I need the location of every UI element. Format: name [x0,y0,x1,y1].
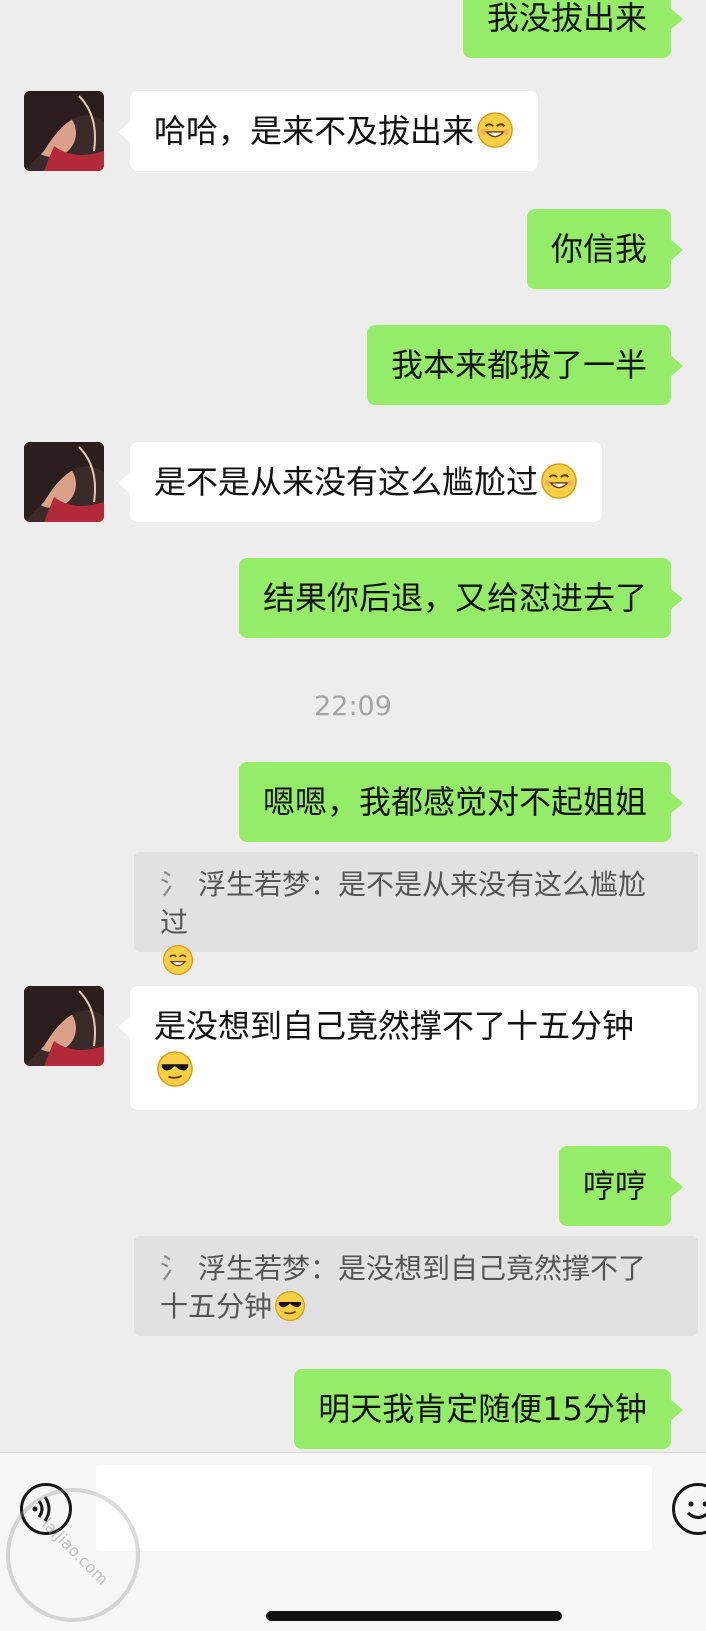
voice-input-icon[interactable] [20,1483,72,1535]
message-bubble-outgoing[interactable]: 结果你后退，又给怼进去了 [238,558,684,638]
message-bubble-outgoing[interactable]: 我没拔出来 [462,0,684,58]
message-text: 结果你后退，又给怼进去了 [262,579,647,617]
grin-emoji-icon [163,945,193,975]
message-text: 明天我肯定随便15分钟 [318,1390,647,1428]
message-text: 是没想到自己竟然撑不了十五分钟 [154,1007,635,1045]
message-bubble-outgoing[interactable]: 我本来都拔了一半 [366,325,684,405]
message-text: 是不是从来没有这么尴尬过 [154,463,539,501]
message-text: 你信我 [550,230,647,268]
avatar[interactable] [24,986,104,1066]
quoted-reply[interactable]: 氵浮生若梦：是没想到自己竟然撑不了十五分钟 [134,1236,698,1336]
message-bubble-incoming[interactable]: 是没想到自己竟然撑不了十五分钟 [118,986,698,1110]
message-bubble-incoming[interactable]: 哈哈，是来不及拔出来 [117,91,539,171]
message-input[interactable] [96,1465,652,1551]
quoted-reply[interactable]: 氵浮生若梦：是不是从来没有这么尴尬过 [134,852,698,975]
message-bubble-outgoing[interactable]: 你信我 [526,209,684,289]
quote-text: 浮生若梦：是没想到自己竟然撑不了十五分钟 [160,1252,647,1323]
message-bubble-outgoing[interactable]: 明天我肯定随便15分钟 [294,1369,683,1449]
grin-emoji-icon [541,463,577,499]
quote-mark: 氵 [160,868,189,901]
chat-input-bar [0,1452,706,1631]
grin-emoji-icon [477,112,513,148]
avatar[interactable] [24,91,104,171]
message-timestamp: 22:09 [314,691,392,722]
message-bubble-incoming[interactable]: 是不是从来没有这么尴尬过 [117,442,603,522]
message-text: 我本来都拔了一半 [390,346,647,384]
emoji-picker-icon[interactable] [672,1483,706,1535]
message-bubble-outgoing[interactable]: 嗯嗯，我都感觉对不起姐姐 [238,762,684,842]
avatar[interactable] [24,442,104,522]
message-text: 我没拔出来 [486,0,647,37]
sunglasses-emoji-icon [275,1291,306,1321]
message-text: 哼哼 [582,1167,647,1205]
message-bubble-outgoing[interactable]: 哼哼 [558,1146,684,1226]
sunglasses-emoji-icon [157,1051,193,1087]
quote-mark: 氵 [160,1252,189,1285]
message-text: 嗯嗯，我都感觉对不起姐姐 [262,783,647,821]
quote-text: 浮生若梦：是不是从来没有这么尴尬过 [160,868,647,939]
home-indicator[interactable] [266,1611,562,1621]
chat-message-list[interactable]: 我没拔出来 哈哈，是来不及拔出来 你信我 我本来都拔了一半 是不是从来没有这么尴… [0,0,706,1452]
message-text: 哈哈，是来不及拔出来 [154,112,475,150]
